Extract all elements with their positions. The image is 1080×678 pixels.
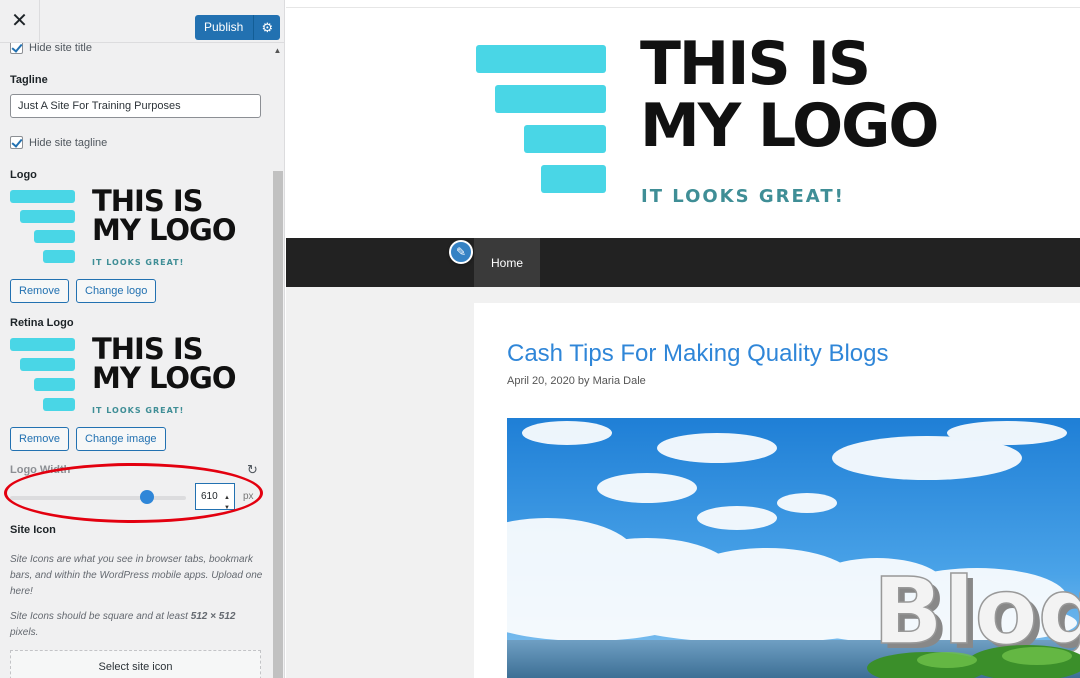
site-logo-line1[interactable]: THIS IS [640, 29, 871, 99]
logo-bar [10, 338, 75, 351]
remove-logo-button[interactable]: Remove [10, 279, 69, 303]
change-logo-button[interactable]: Change logo [76, 279, 157, 303]
featured-image-art: Blog Blog [507, 418, 1080, 678]
site-header: THIS IS MY LOGO IT LOOKS GREAT! [286, 8, 1080, 238]
select-site-icon-button[interactable]: Select site icon [10, 650, 261, 678]
tagline-input[interactable]: Just A Site For Training Purposes [10, 94, 261, 118]
hide-tagline-label: Hide site tagline [29, 136, 108, 149]
logo-bar [10, 190, 75, 203]
site-logo-tagline: IT LOOKS GREAT! [641, 186, 845, 207]
change-image-button[interactable]: Change image [76, 427, 166, 451]
scroll-up-icon[interactable]: ▲ [272, 46, 283, 56]
logo-bar [476, 45, 606, 73]
main-navigation: Home [286, 238, 1080, 287]
post-title[interactable]: Cash Tips For Making Quality Blogs [507, 340, 888, 368]
logo-tagline: IT LOOKS GREAT! [92, 406, 185, 415]
publish-button[interactable]: Publish [195, 15, 255, 40]
logo-bar [34, 230, 75, 243]
site-icon-size-pre: Site Icons should be square and at least [10, 611, 191, 622]
featured-image[interactable]: Blog Blog [507, 418, 1080, 678]
site-logo-line2[interactable]: MY LOGO [640, 91, 939, 161]
logo-thumbnail: THIS IS MY LOGO IT LOOKS GREAT! [10, 184, 260, 270]
tagline-label: Tagline [10, 74, 48, 86]
logo-text-line2: MY LOGO [92, 213, 237, 247]
reset-icon[interactable]: ↻ [247, 462, 258, 478]
remove-retina-logo-button[interactable]: Remove [10, 427, 69, 451]
edit-pencil-icon[interactable]: ✎ [449, 240, 473, 264]
publish-group: Publish ⚙ [195, 15, 281, 40]
close-icon[interactable]: ✕ [0, 0, 40, 43]
panel-scroll-area: Hide site title Tagline Just A Site For … [0, 41, 284, 678]
post-meta: April 20, 2020 by Maria Dale [507, 375, 646, 387]
site-icon-size-dims: 512 × 512 [190, 611, 236, 622]
panel-scrollbar-thumb[interactable] [273, 171, 283, 678]
site-preview: THIS IS MY LOGO IT LOOKS GREAT! Home ✎ C… [286, 0, 1080, 678]
logo-label: Logo [10, 169, 37, 181]
logo-tagline: IT LOOKS GREAT! [92, 258, 185, 267]
preview-top-bar [286, 0, 1080, 8]
logo-bar [43, 250, 75, 263]
hide-title-label: Hide site title [29, 41, 92, 54]
site-icon-description: Site Icons are what you see in browser t… [10, 554, 263, 597]
logo-bar [20, 358, 75, 371]
logo-bar [20, 210, 75, 223]
logo-bar [495, 85, 606, 113]
retina-logo-thumbnail: THIS IS MY LOGO IT LOOKS GREAT! [10, 332, 260, 418]
logo-text-line2: MY LOGO [92, 361, 237, 395]
logo-bar [524, 125, 606, 153]
hide-tagline-row[interactable]: Hide site tagline [10, 136, 107, 149]
logo-bar [43, 398, 75, 411]
site-icon-label: Site Icon [10, 524, 56, 536]
post-card: Cash Tips For Making Quality Blogs April… [474, 303, 1080, 678]
site-icon-size-note: Site Icons should be square and at least… [10, 609, 265, 641]
retina-logo-label: Retina Logo [10, 317, 74, 329]
logo-bar [541, 165, 606, 193]
logo-bar [34, 378, 75, 391]
gear-icon[interactable]: ⚙ [254, 15, 280, 40]
nav-item-home[interactable]: Home [474, 238, 540, 287]
panel-header: ✕ Publish ⚙ [0, 0, 284, 43]
customizer-panel: ✕ Publish ⚙ Hide site title Tagline Just… [0, 0, 285, 678]
hide-tagline-checkbox[interactable] [10, 136, 23, 149]
highlight-annotation-circle [4, 463, 263, 523]
site-icon-size-post: pixels. [10, 627, 39, 638]
